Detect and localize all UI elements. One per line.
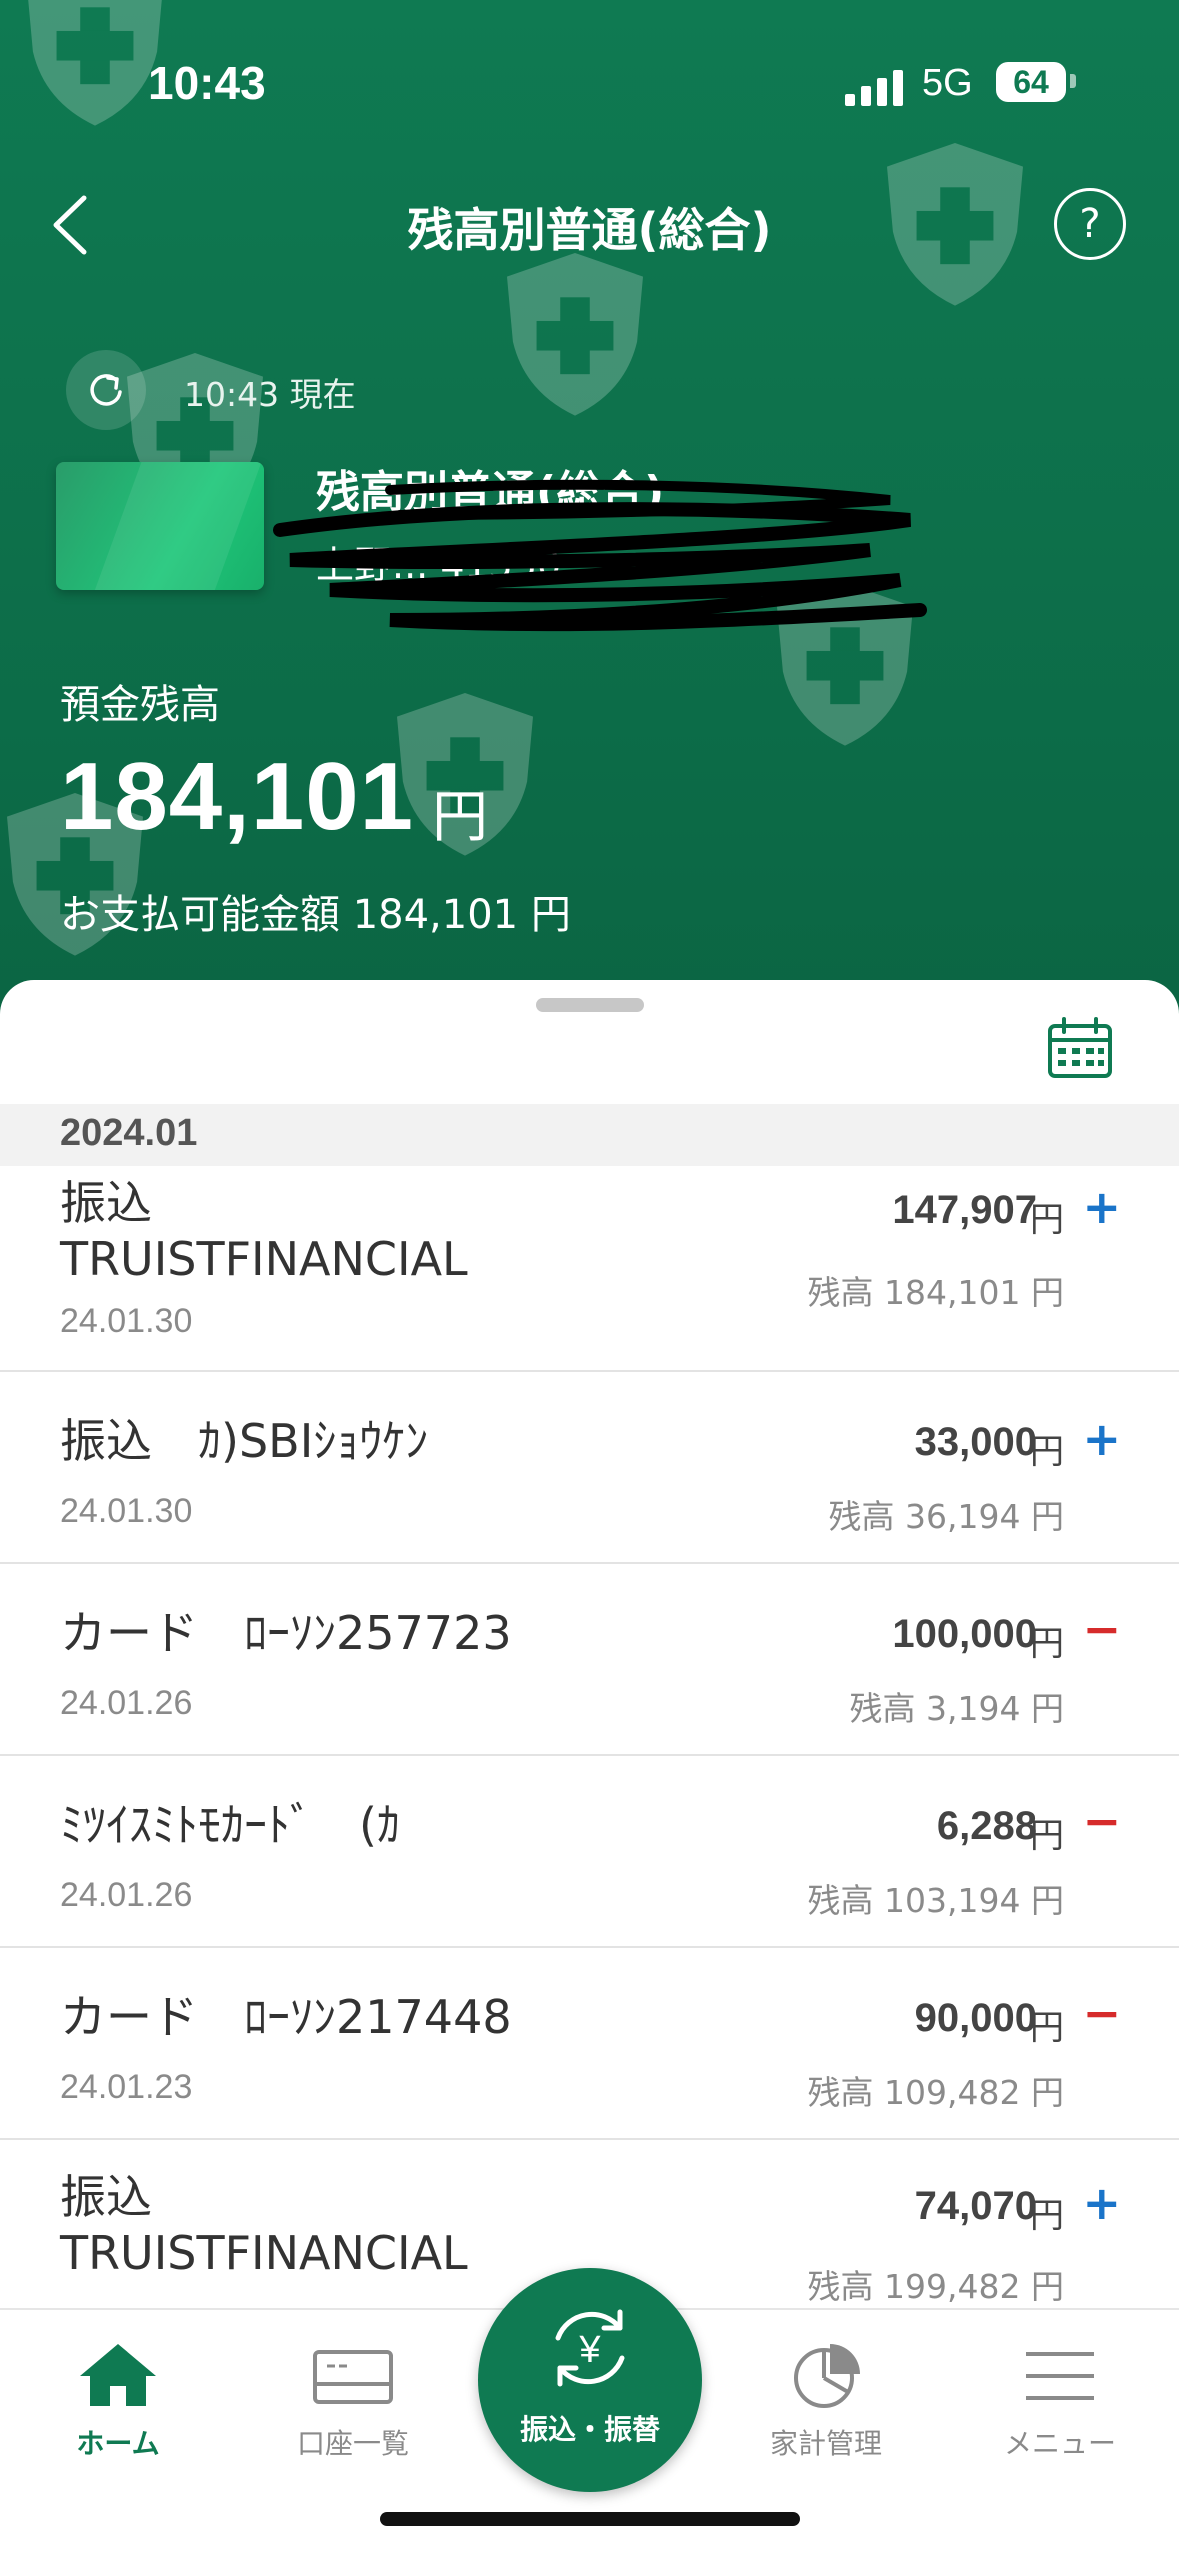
refresh-button[interactable] [66, 350, 146, 430]
withdrawal-minus-icon: − [1082, 1794, 1121, 1848]
yen-transfer-icon: ¥ [555, 2309, 625, 2387]
status-bar: 10:43 5G 64 [0, 50, 1179, 120]
status-time: 10:43 [148, 57, 266, 109]
question-icon: ? [1079, 201, 1101, 247]
shield-watermark-icon [500, 250, 650, 420]
sheet-drag-handle[interactable] [536, 998, 644, 1012]
transaction-amount: 74,070 [914, 2184, 1037, 2228]
balance-amount: 184,101 [60, 743, 415, 850]
transaction-date: 24.01.26 [60, 1684, 193, 1722]
battery-tip [1070, 74, 1076, 88]
transaction-amount: 33,000 [914, 1420, 1037, 1464]
transaction-row[interactable]: ﾐﾂｲｽﾐﾄﾓｶｰﾄﾞ (ｶ 24.01.26 6,288 円 − 残高 103… [0, 1756, 1179, 1948]
transaction-description: 振込 [60, 2170, 152, 2224]
transaction-sheet: 2024.01 振込 TRUISTFINANCIAL 24.01.30 147,… [0, 980, 1179, 2310]
transaction-date: 24.01.30 [60, 1492, 193, 1530]
svg-text:¥: ¥ [578, 2329, 601, 2371]
tab-budget-label: 家計管理 [769, 2427, 882, 2460]
transaction-amount: 147,907 [892, 1188, 1037, 1232]
battery-icon: 64 [996, 62, 1066, 102]
transaction-amount: 100,000 [892, 1612, 1037, 1656]
transaction-currency: 円 [1030, 2196, 1064, 2236]
transaction-date: 24.01.26 [60, 1876, 193, 1914]
transaction-balance: 残高 109,482 円 [807, 2073, 1064, 2112]
transaction-balance: 残高 3,194 円 [849, 1689, 1064, 1728]
refresh-icon [90, 374, 122, 406]
balance-label: 預金残高 [60, 682, 220, 728]
transaction-row[interactable]: 振込 ｶ)SBIｼｮｳｹﾝ 24.01.30 33,000 円 + 残高 36,… [0, 1372, 1179, 1564]
redaction-scribble [273, 479, 927, 632]
transaction-currency: 円 [1030, 1816, 1064, 1856]
pie-chart-icon [794, 2344, 860, 2408]
signal-icon [845, 70, 903, 106]
tab-menu[interactable]: メニュー [960, 2310, 1160, 2480]
transaction-description: カード ﾛｰｿﾝ257723 [60, 1606, 512, 1660]
transaction-currency: 円 [1030, 1624, 1064, 1664]
available-amount: お支払可能金額 184,101 円 [60, 892, 571, 938]
help-button[interactable]: ? [1054, 188, 1126, 260]
page-title: 残高別普通(総合) [407, 203, 772, 257]
balance-currency: 円 [432, 785, 488, 850]
tab-accounts-label: 口座一覧 [296, 2427, 409, 2460]
account-card-image [56, 462, 264, 590]
account-card-icon [313, 2350, 393, 2404]
transaction-date: 24.01.30 [60, 1302, 193, 1340]
transaction-description-line2: TRUISTFINANCIAL [60, 2226, 468, 2280]
transaction-row[interactable]: カード ﾛｰｿﾝ257723 24.01.26 100,000 円 − 残高 3… [0, 1564, 1179, 1756]
deposit-plus-icon: + [1082, 1412, 1121, 1466]
transaction-row[interactable]: 振込 TRUISTFINANCIAL 24.01.30 147,907 円 + … [0, 1166, 1179, 1372]
transaction-balance: 残高 184,101 円 [807, 1273, 1064, 1312]
transaction-description: 振込 ｶ)SBIｼｮｳｹﾝ [60, 1414, 429, 1468]
month-label: 2024.01 [60, 1112, 198, 1154]
tab-accounts[interactable]: 口座一覧 [253, 2310, 453, 2480]
transaction-balance: 残高 36,194 円 [828, 1497, 1064, 1536]
account-header: 10:43 5G 64 残高別普通(総合) ? 10:43 現在 残高別普通(総… [0, 0, 1179, 1040]
calendar-icon[interactable] [1046, 1016, 1114, 1080]
transaction-description: ﾐﾂｲｽﾐﾄﾓｶｰﾄﾞ (ｶ [60, 1798, 400, 1852]
deposit-plus-icon: + [1082, 1180, 1121, 1234]
home-icon [80, 2344, 156, 2406]
transaction-balance: 残高 103,194 円 [807, 1881, 1064, 1920]
network-label: 5G [922, 62, 973, 104]
transfer-button[interactable]: ¥ 振込・振替 [478, 2268, 702, 2492]
transaction-balance: 残高 199,482 円 [807, 2267, 1064, 2306]
deposit-plus-icon: + [1082, 2176, 1121, 2230]
tab-menu-label: メニュー [1003, 2427, 1116, 2460]
transfer-button-label: 振込・振替 [519, 2413, 660, 2446]
hamburger-menu-icon [1026, 2352, 1094, 2400]
transaction-description: カード ﾛｰｿﾝ217448 [60, 1990, 512, 2044]
withdrawal-minus-icon: − [1082, 1602, 1121, 1656]
transaction-currency: 円 [1030, 1432, 1064, 1472]
transaction-currency: 円 [1030, 1200, 1064, 1240]
transaction-amount: 6,288 [936, 1804, 1037, 1848]
month-header: 2024.01 [0, 1104, 1179, 1166]
transaction-description: 振込 [60, 1176, 152, 1230]
transaction-currency: 円 [1030, 2008, 1064, 2048]
tab-home[interactable]: ホーム [18, 2310, 218, 2480]
tab-home-label: ホーム [76, 2427, 160, 2460]
transaction-row[interactable]: カード ﾛｰｿﾝ217448 24.01.23 90,000 円 − 残高 10… [0, 1948, 1179, 2140]
transaction-date: 24.01.23 [60, 2068, 193, 2106]
transaction-description-line2: TRUISTFINANCIAL [60, 1232, 468, 1286]
updated-time: 10:43 現在 [184, 375, 356, 414]
withdrawal-minus-icon: − [1082, 1986, 1121, 2040]
tab-budget[interactable]: 家計管理 [726, 2310, 926, 2480]
transaction-amount: 90,000 [914, 1996, 1037, 2040]
nav-bar: 残高別普通(総合) ? [0, 180, 1179, 270]
home-indicator[interactable] [380, 2512, 800, 2526]
